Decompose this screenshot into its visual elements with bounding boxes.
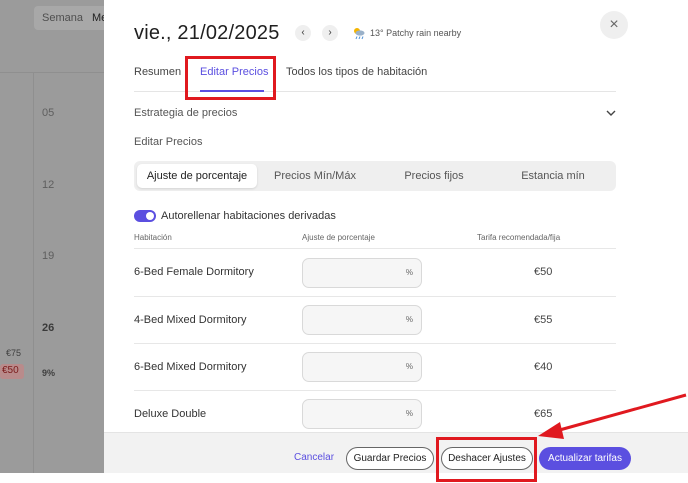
segment-precios-min-max[interactable]: Precios Mín/Máx xyxy=(257,164,373,188)
calendar-day: 26 xyxy=(42,322,55,334)
recommended-rate: €50 xyxy=(534,266,553,278)
calendar-day: 05 xyxy=(42,107,55,119)
calendar-day: 12 xyxy=(42,179,55,191)
table-divider xyxy=(134,343,616,344)
calendar-price: €75 xyxy=(6,348,22,358)
chevron-down-icon[interactable] xyxy=(605,107,617,119)
date-title: vie., 21/02/2025 xyxy=(134,22,280,44)
modal-footer: Cancelar Guardar Precios Deshacer Ajuste… xyxy=(104,432,688,473)
edit-prices-label: Editar Precios xyxy=(134,136,203,148)
room-name: 6-Bed Mixed Dormitory xyxy=(134,361,247,373)
save-prices-button[interactable]: Guardar Precios xyxy=(346,447,434,470)
weather-text: 13° Patchy rain nearby xyxy=(370,28,462,38)
annotation-highlight-undo xyxy=(436,437,537,482)
recommended-rate: €55 xyxy=(534,314,553,326)
close-button[interactable]: × xyxy=(600,11,628,39)
calendar-price-highlight: €50 xyxy=(0,364,24,379)
calendar-occupancy: 9% xyxy=(42,368,56,378)
autofill-toggle[interactable] xyxy=(134,210,156,222)
segment-ajuste-porcentaje[interactable]: Ajuste de porcentaje xyxy=(137,164,257,188)
room-name: 4-Bed Mixed Dormitory xyxy=(134,314,247,326)
percent-unit: % xyxy=(405,362,413,371)
prev-day-button[interactable]: ‹ xyxy=(295,25,311,41)
tab-todos-tipos-habitacion[interactable]: Todos los tipos de habitación xyxy=(286,66,427,78)
table-divider xyxy=(134,296,616,297)
recommended-rate: €65 xyxy=(534,408,553,420)
table-divider xyxy=(134,248,616,249)
percent-unit: % xyxy=(405,409,413,418)
tab-resumen[interactable]: Resumen xyxy=(134,66,181,78)
week-view-label[interactable]: Semana xyxy=(42,12,83,24)
view-switcher[interactable]: Semana Me xyxy=(34,6,114,30)
update-rates-button[interactable]: Actualizar tarifas xyxy=(539,447,631,470)
column-header-room: Habitación xyxy=(134,233,172,242)
recommended-rate: €40 xyxy=(534,361,553,373)
pricing-strategy-header[interactable]: Estrategia de precios xyxy=(134,107,237,119)
calendar-gridline xyxy=(33,72,34,473)
segment-precios-fijos[interactable]: Precios fijos xyxy=(374,164,494,188)
cancel-button[interactable]: Cancelar xyxy=(294,452,334,463)
percent-unit: % xyxy=(405,268,413,277)
autofill-label: Autorellenar habitaciones derivadas xyxy=(161,210,336,222)
toggle-knob xyxy=(146,212,154,220)
room-name: Deluxe Double xyxy=(134,408,207,420)
partly-cloudy-rain-icon xyxy=(354,28,365,40)
next-day-button[interactable]: › xyxy=(322,25,338,41)
calendar-day: 19 xyxy=(42,250,55,262)
room-name: 6-Bed Female Dormitory xyxy=(134,266,254,278)
percentage-input[interactable]: % xyxy=(302,399,422,429)
percentage-input[interactable]: % xyxy=(302,352,422,382)
column-header-rate: Tarifa recomendada/fija xyxy=(477,233,561,242)
annotation-highlight-tab xyxy=(185,56,276,100)
screenshot-stage: Semana Me 05 12 19 26 €75 €50 9% vie., 2… xyxy=(0,0,688,483)
percentage-input[interactable]: % xyxy=(302,305,422,335)
percent-unit: % xyxy=(405,315,413,324)
segment-estancia-min[interactable]: Estancia mín xyxy=(494,164,612,188)
table-divider xyxy=(134,390,616,391)
column-header-percentage: Ajuste de porcentaje xyxy=(302,233,375,242)
percentage-input[interactable]: % xyxy=(302,258,422,288)
pricing-mode-segmented-control: Ajuste de porcentaje Precios Mín/Máx Pre… xyxy=(134,161,616,191)
